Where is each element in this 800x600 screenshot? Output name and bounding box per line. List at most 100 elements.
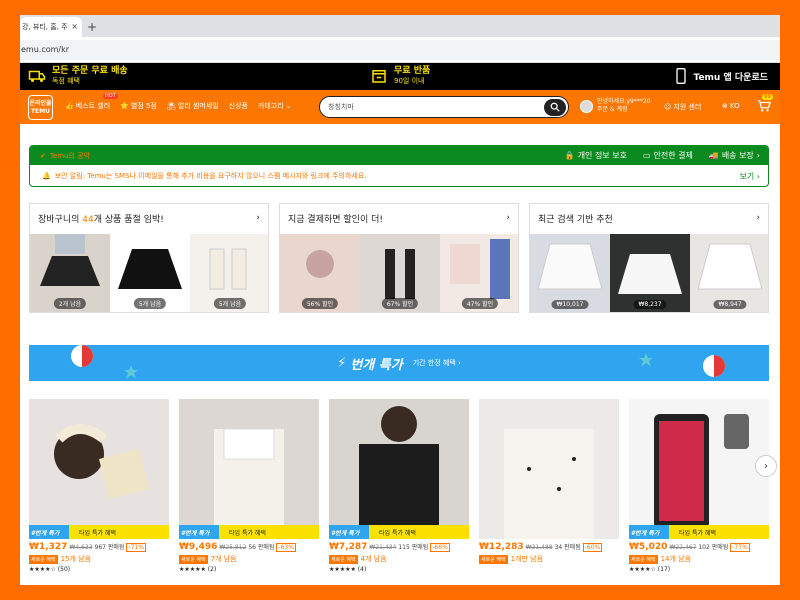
product-thumb[interactable]: 67% 할인 — [360, 234, 440, 312]
new-offer-badge: 새로운 혜택 — [29, 554, 58, 564]
product-image[interactable]: #번개 특가 타임 특가 혜택 — [29, 399, 169, 539]
nav-label: 별점 5점 — [130, 102, 157, 110]
product-card[interactable]: #번개 특가 타임 특가 혜택 ₩5,020 ₩22,467 102 판매됨 -7… — [629, 399, 769, 585]
product-image[interactable]: #번개 특가 타임 특가 혜택 — [329, 399, 469, 539]
shield-check-icon: ✔ — [40, 151, 46, 160]
free-shipping-promo[interactable]: 모든 주문 무료 배송 독점 혜택 — [28, 66, 128, 86]
stock-left: 14개 남음 — [660, 555, 692, 563]
alert-more-link[interactable]: 보기 › — [740, 171, 760, 182]
original-price: ₩21,434 — [369, 544, 397, 551]
discount-badge: -63% — [276, 543, 296, 552]
nav-item-new[interactable]: 신상품 — [229, 101, 248, 111]
original-price: ₩31,488 — [525, 544, 553, 551]
search-input[interactable]: 창칭치마 — [320, 102, 544, 112]
free-return-promo[interactable]: 무료 반품 90일 이내 — [370, 66, 430, 86]
nav-item-bestseller[interactable]: 👍 베스트 셀러 HOT — [65, 93, 118, 111]
free-return-text: 무료 반품 — [394, 66, 431, 76]
nav-label: 얼리 썸머세일 — [177, 102, 219, 110]
stock-left: 7개 남음 — [210, 555, 237, 563]
privacy-item[interactable]: 🔒 개인 정보 보호 — [565, 150, 627, 161]
stock-pill: 2개 남음 — [53, 298, 87, 309]
card-discount[interactable]: 지금 결제하면 할인이 더! › 56% 할인 67% 할인 47% 할인 — [279, 203, 519, 313]
product-grid: #번개 특가 타임 특가 혜택 ₩1,327 ₩4,633 967 판매됨 -71… — [29, 399, 769, 585]
product-thumb[interactable]: ₩8,947 — [690, 234, 768, 312]
product-thumb[interactable]: 5개 남음 — [110, 234, 190, 312]
browser-tab[interactable]: 강, 뷰티, 홈, 주 × — [20, 17, 82, 37]
card-recent-search[interactable]: 최근 검색 기반 추천 › ₩10,017 ₩8,237 ₩8,947 — [529, 203, 769, 313]
privacy-label: 개인 정보 보호 — [577, 151, 627, 160]
product-card[interactable]: #번개 특가 타임 특가 혜택 ₩1,327 ₩4,633 967 판매됨 -71… — [29, 399, 169, 585]
new-offer-badge: 새로운 혜택 — [479, 554, 508, 564]
stock-left: 15개 남음 — [60, 555, 92, 563]
account-menu[interactable]: 안녕하세요,y9***20 주문 & 계정 — [580, 98, 651, 114]
truck-icon — [28, 70, 46, 82]
delivery-item[interactable]: 🚚 배송 보장 › — [709, 150, 760, 161]
product-price: ₩7,287 — [329, 542, 368, 552]
flash-tag-label: #번개 특가 — [179, 525, 219, 539]
product-image[interactable]: #번개 특가 타임 특가 혜택 — [179, 399, 319, 539]
discount-badge: -66% — [430, 543, 450, 552]
free-return-sub: 90일 이내 — [394, 77, 425, 85]
lightning-icon: ⚡ — [337, 355, 347, 371]
commitment-header[interactable]: ✔ Temu의 공약 🔒 개인 정보 보호 ▭ 안전한 결제 🚚 배송 보장 › — [30, 146, 768, 165]
account-orders: 주문 & 계정 — [597, 106, 628, 113]
product-thumb[interactable]: 5개 남음 — [190, 234, 268, 312]
address-bar: emu.com/kr — [20, 37, 780, 63]
cart-button[interactable]: 99 — [757, 94, 773, 117]
product-thumb[interactable]: ₩8,237 — [610, 234, 690, 312]
nav-item-summer-sale[interactable]: ⛱ 얼리 썸머세일 — [167, 101, 219, 111]
logo-line2: TEMU — [30, 107, 51, 115]
nav-item-category[interactable]: 카테고리 ⌄ — [258, 101, 292, 111]
temu-logo[interactable]: 온라인몰 TEMU — [28, 95, 53, 120]
product-thumb[interactable]: 56% 할인 — [280, 234, 360, 312]
flash-sale-sub[interactable]: 기간 한정 혜택 › — [413, 358, 461, 368]
tab-title: 강, 뷰티, 홈, 주 — [22, 23, 68, 31]
security-alert[interactable]: 🔔 보안 알림: Temu는 SMS나 이메일을 통해 추가 비용을 요구하지 … — [30, 165, 768, 186]
card-title-highlight: 44 — [82, 214, 94, 225]
starfish-icon — [639, 353, 653, 367]
product-card[interactable]: #번개 특가 타임 특가 혜택 ₩9,496 ₩25,812 56 판매됨 -63… — [179, 399, 319, 585]
original-price: ₩22,467 — [669, 544, 697, 551]
recommendation-cards: 장바구니의 44개 상품 품절 임박! › 2개 남음 5개 남음 5개 남음 — [29, 203, 769, 313]
rating: ★★★★☆ (17) — [629, 566, 671, 573]
card-title-text: 개 상품 품절 임박! — [93, 214, 164, 225]
product-card[interactable]: ₩12,283 ₩31,488 34 판매됨 -60% 새로운 혜택 1개만 남… — [479, 399, 619, 585]
floral-top-image — [504, 429, 594, 539]
product-thumb[interactable]: 2개 남음 — [30, 234, 110, 312]
chevron-right-icon: › — [756, 213, 760, 223]
flash-tag-sub: 타임 특가 혜택 — [369, 525, 469, 539]
card-cart-stock[interactable]: 장바구니의 44개 상품 품절 임박! › 2개 남음 5개 남음 5개 남음 — [29, 203, 269, 313]
product-card[interactable]: #번개 특가 타임 특가 혜택 ₩7,287 ₩21,434 115 판매됨 -6… — [329, 399, 469, 585]
phone-icon — [675, 68, 686, 84]
card-title-text: 장바구니의 — [38, 214, 83, 225]
flash-tag-label: #번개 특가 — [629, 525, 669, 539]
product-thumb[interactable]: 47% 할인 — [440, 234, 518, 312]
tab-close-icon[interactable]: × — [71, 22, 78, 37]
free-shipping-sub: 독점 혜택 — [52, 77, 80, 85]
stock-row: 새로운 혜택 7개 남음 — [179, 554, 319, 564]
headband-image — [54, 424, 149, 499]
product-image[interactable] — [479, 399, 619, 539]
free-shipping-text: 모든 주문 무료 배송 — [52, 66, 128, 76]
safe-pay-item[interactable]: ▭ 안전한 결제 — [643, 150, 693, 161]
next-products-button[interactable]: › — [755, 455, 777, 477]
stock-row: 새로운 혜택 14개 남음 — [629, 554, 769, 564]
new-offer-badge: 새로운 혜택 — [329, 554, 358, 564]
search-box[interactable]: 창칭치마 — [319, 96, 569, 118]
product-image[interactable]: #번개 특가 타임 특가 혜택 — [629, 399, 769, 539]
language-selector[interactable]: ⊗ KO — [722, 102, 740, 110]
starfish-icon — [124, 365, 138, 379]
search-button[interactable] — [544, 98, 566, 116]
black-blouse-image — [359, 406, 439, 539]
white-top-image — [214, 428, 284, 539]
url-field[interactable]: emu.com/kr — [20, 39, 780, 60]
beach-ball-icon — [71, 345, 93, 367]
app-download-text: Temu 앱 다운로드 — [693, 72, 769, 83]
app-download-link[interactable]: Temu 앱 다운로드 — [674, 68, 769, 84]
nav-item-5star[interactable]: ⭐ 별점 5점 — [120, 101, 157, 111]
product-thumb[interactable]: ₩10,017 — [530, 234, 610, 312]
chevron-right-icon: › — [756, 171, 760, 181]
new-tab-button[interactable]: + — [82, 17, 102, 37]
support-center-link[interactable]: ☺ 지원 센터 — [664, 102, 701, 112]
flash-sale-banner[interactable]: ⚡ 번개 특가 기간 한정 혜택 › — [29, 345, 769, 381]
